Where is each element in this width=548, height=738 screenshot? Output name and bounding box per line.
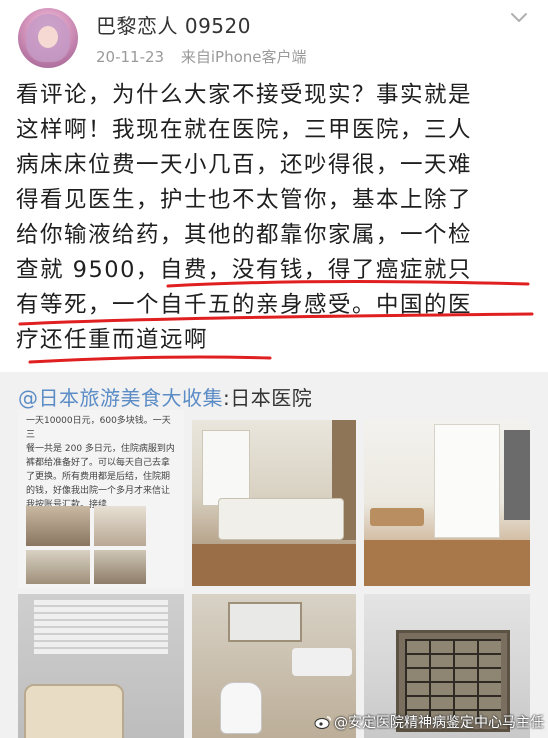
repost-title: @日本旅游美食大收集:日本医院: [18, 382, 312, 411]
mirror-shape: [228, 602, 302, 642]
chevron-down-icon[interactable]: [510, 12, 528, 24]
image-thumbnail[interactable]: [364, 420, 530, 586]
post-line: 查就 9500，自费，没有钱，得了癌症就只: [16, 257, 472, 283]
table-shape: [370, 508, 424, 526]
thumb-caption: 一天10000日元，600多块钱。一天三 餐一共是 200 多日元，住院病服到内…: [26, 416, 175, 510]
image-thumbnail[interactable]: 一天10000日元，600多块钱。一天三 餐一共是 200 多日元，住院病服到内…: [18, 410, 184, 588]
post-text: 看评论，为什么大家不接受现实？事实就是 这样啊！我现在就在医院，三甲医院，三人 …: [16, 78, 536, 358]
door-shape: [434, 424, 500, 538]
post-line: 这样啊！我现在就在医院，三甲医院，三人: [16, 117, 473, 143]
post-date: 20-11-23: [96, 48, 165, 66]
post-line: 疗还任重而道远啊: [16, 327, 209, 353]
bathtub-shape: [24, 684, 124, 738]
image-thumbnail[interactable]: [18, 594, 184, 738]
post-line: 得看见医生，护士也不太管你，基本上除了: [16, 187, 473, 213]
weibo-logo-icon: [314, 716, 332, 729]
image-thumbnail[interactable]: [192, 420, 356, 586]
repost-text: 日本医院: [230, 386, 313, 410]
cabinet-grid: [405, 639, 501, 723]
avatar[interactable]: [18, 8, 78, 68]
post-source: 来自iPhone客户端: [180, 48, 307, 66]
floor-shape: [364, 540, 530, 586]
window-shape: [202, 430, 250, 506]
floor-shape: [192, 544, 356, 586]
weibo-watermark: @安定医院精神病鉴定中心马主任: [314, 712, 544, 732]
post-line: 给你输液给药，其他的都靠你家属，一个检: [16, 222, 473, 248]
post-line: 病床床位费一天小几百，还吵得很，一天难: [16, 152, 473, 178]
mini-photo: [94, 506, 146, 546]
post-line: 有等死，一个自千五的亲身感受。中国的医: [16, 292, 473, 318]
sink-shape: [292, 648, 352, 676]
avatar-face: [38, 26, 58, 48]
username[interactable]: 巴黎恋人 09520: [96, 10, 251, 39]
mini-photo: [94, 550, 146, 584]
mini-photo: [26, 506, 90, 546]
post-meta: 20-11-23 来自iPhone客户端: [96, 46, 307, 67]
toilet-shape: [220, 682, 262, 734]
post-header: 巴黎恋人 09520 20-11-23 来自iPhone客户端: [0, 0, 548, 76]
shelf-shape: [504, 430, 530, 520]
post-line: 看评论，为什么大家不接受现实？事实就是: [16, 82, 473, 108]
repost-author-link[interactable]: @日本旅游美食大收集: [18, 386, 223, 410]
window-blind-shape: [34, 600, 168, 654]
mini-photo: [26, 550, 90, 584]
watermark-text: @安定医院精神病鉴定中心马主任: [334, 715, 544, 731]
hospital-bed-shape: [218, 498, 344, 540]
